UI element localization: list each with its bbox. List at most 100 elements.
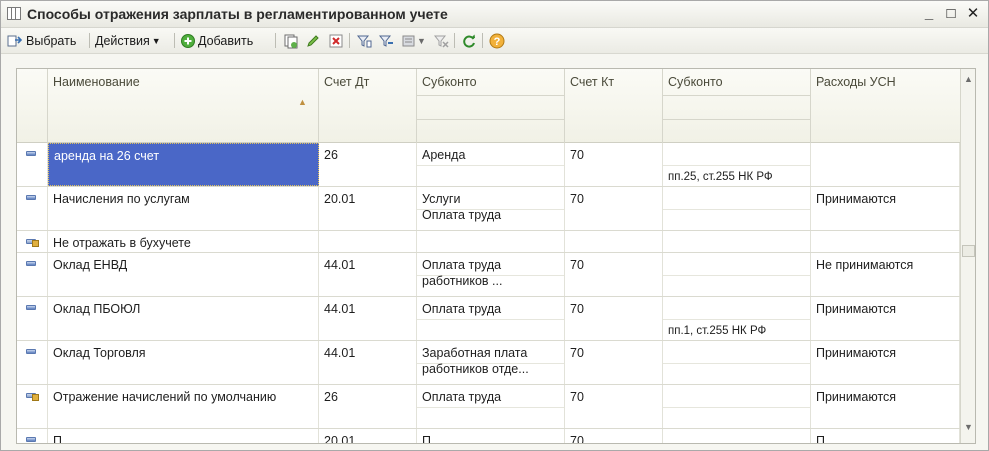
cell-debit[interactable]: 26 xyxy=(319,143,417,186)
select-button[interactable]: Выбрать xyxy=(7,32,76,50)
cell-text: Услуги xyxy=(422,192,461,206)
clear-filter-button[interactable] xyxy=(433,32,449,50)
cell-sub-kt[interactable] xyxy=(663,429,811,443)
sort-asc-icon: ▲ xyxy=(298,97,307,107)
cell-credit[interactable]: 70 xyxy=(565,429,663,443)
refresh-icon xyxy=(461,33,477,49)
cell-debit[interactable]: 20.01 xyxy=(319,429,417,443)
cell-sub-dt[interactable]: Оплата труда xyxy=(417,385,565,428)
cell-name[interactable]: Оклад ЕНВД xyxy=(48,253,319,296)
cell-credit[interactable]: 70 xyxy=(565,297,663,340)
table-row[interactable]: Оклад ПБОЮЛ 44.01 Оплата труда 70 пп.1, ст.2… xyxy=(17,297,960,341)
cell-sub-kt[interactable] xyxy=(663,385,811,428)
cell-sub-dt[interactable]: Оплата труда xyxy=(417,297,565,340)
maximize-button[interactable]: □ xyxy=(941,5,961,23)
cell-name[interactable]: Не отражать в бухучете xyxy=(48,231,319,252)
column-header-name[interactable]: Наименование ▲ xyxy=(48,69,319,143)
vertical-scrollbar[interactable]: ▲ ▼ xyxy=(960,69,975,443)
filter-list-button[interactable]: ▼ xyxy=(401,32,426,50)
cell-sub-dt[interactable]: П xyxy=(417,429,565,443)
close-button[interactable]: ✕ xyxy=(963,5,983,23)
cell-divider xyxy=(663,165,810,166)
column-header-subconto-dt[interactable]: Субконто xyxy=(417,69,565,143)
cell-sub-dt[interactable]: Заработная плата работников отде... xyxy=(417,341,565,384)
table-row[interactable]: Не отражать в бухучете xyxy=(17,231,960,253)
cell-usn[interactable] xyxy=(811,143,960,186)
cell-name[interactable]: Отражение начислений по умолчанию xyxy=(48,385,319,428)
cell-debit[interactable] xyxy=(319,231,417,252)
cell-usn[interactable]: П xyxy=(811,429,960,443)
cell-text: 44.01 xyxy=(324,346,356,360)
toolbar-divider xyxy=(454,33,455,48)
cell-credit[interactable]: 70 xyxy=(565,187,663,230)
add-button[interactable]: Добавить xyxy=(180,32,253,50)
cell-sub-dt[interactable]: Услуги Оплата труда xyxy=(417,187,565,230)
cell-usn[interactable]: Принимаются xyxy=(811,297,960,340)
table-row[interactable]: П 20.01 П 70 П xyxy=(17,429,960,443)
refresh-button[interactable] xyxy=(461,32,477,50)
column-header-usn[interactable]: Расходы УСН xyxy=(811,69,960,143)
cell-sub-kt[interactable] xyxy=(663,187,811,230)
actions-menu[interactable]: Действия ▼ xyxy=(95,32,161,50)
toolbar-divider xyxy=(89,33,90,48)
cell-sub-kt[interactable] xyxy=(663,253,811,296)
cell-debit[interactable]: 44.01 xyxy=(319,253,417,296)
cell-text: Не принимаются xyxy=(816,258,914,272)
help-button[interactable]: ? xyxy=(489,32,505,50)
cell-debit[interactable]: 26 xyxy=(319,385,417,428)
table-row[interactable]: Оклад ЕНВД 44.01 Оплата труда работников ..… xyxy=(17,253,960,297)
cell-debit[interactable]: 20.01 xyxy=(319,187,417,230)
header-divider xyxy=(417,119,564,120)
column-label: Субконто xyxy=(668,75,723,89)
scroll-thumb[interactable] xyxy=(962,245,975,257)
table-row[interactable]: Отражение начислений по умолчанию 26 Оплат… xyxy=(17,385,960,429)
cell-credit[interactable]: 70 xyxy=(565,341,663,384)
cell-debit[interactable]: 44.01 xyxy=(319,297,417,340)
cell-name[interactable]: П xyxy=(48,429,319,443)
filter-button[interactable] xyxy=(356,32,372,50)
column-header-subconto-kt[interactable]: Субконто xyxy=(663,69,811,143)
toolbar-divider xyxy=(174,33,175,48)
cell-sub-dt[interactable] xyxy=(417,231,565,252)
table-row[interactable]: Начисления по услугам 20.01 Услуги Оплата т… xyxy=(17,187,960,231)
cell-sub-dt[interactable]: Оплата труда работников ... xyxy=(417,253,565,296)
scroll-down-icon[interactable]: ▼ xyxy=(961,419,975,435)
column-header-credit[interactable]: Счет Кт xyxy=(565,69,663,143)
item-icon xyxy=(26,261,36,266)
minimize-button[interactable]: _ xyxy=(919,5,939,23)
table-row[interactable]: аренда на 26 счет 26 Аренда 70 пп.25, ст.255… xyxy=(17,143,960,187)
title-bar[interactable]: Способы отражения зарплаты в регламентир… xyxy=(1,1,988,28)
data-table[interactable]: Наименование ▲ Счет Дт Субконто Счет Кт … xyxy=(16,68,976,444)
cell-text: Оклад Торговля xyxy=(53,346,146,360)
copy-button[interactable] xyxy=(283,32,299,50)
column-header-debit[interactable]: Счет Дт xyxy=(319,69,417,143)
dropdown-arrow-icon: ▼ xyxy=(417,36,426,46)
table-row[interactable]: Оклад Торговля 44.01 Заработная плата работ… xyxy=(17,341,960,385)
cell-credit[interactable]: 70 xyxy=(565,385,663,428)
cell-sub-dt[interactable]: Аренда xyxy=(417,143,565,186)
cell-marker xyxy=(17,187,48,230)
cell-sub-kt[interactable] xyxy=(663,341,811,384)
cell-credit[interactable]: 70 xyxy=(565,143,663,186)
cell-credit[interactable]: 70 xyxy=(565,253,663,296)
edit-button[interactable] xyxy=(305,32,321,50)
cell-sub-kt[interactable]: пп.1, ст.255 НК РФ xyxy=(663,297,811,340)
cell-usn[interactable]: Принимаются xyxy=(811,187,960,230)
cell-sub-kt[interactable] xyxy=(663,231,811,252)
scroll-up-icon[interactable]: ▲ xyxy=(961,71,975,87)
cell-usn[interactable]: Не принимаются xyxy=(811,253,960,296)
filter-by-value-button[interactable] xyxy=(378,32,394,50)
cell-debit[interactable]: 44.01 xyxy=(319,341,417,384)
cell-usn[interactable]: Принимаются xyxy=(811,341,960,384)
cell-usn[interactable] xyxy=(811,231,960,252)
cell-name[interactable]: Начисления по услугам xyxy=(48,187,319,230)
cell-credit[interactable] xyxy=(565,231,663,252)
cell-divider xyxy=(417,407,564,408)
cell-usn[interactable]: Принимаются xyxy=(811,385,960,428)
cell-text: Оплата труда xyxy=(422,302,502,316)
cell-sub-kt[interactable]: пп.25, ст.255 НК РФ xyxy=(663,143,811,186)
cell-name[interactable]: Оклад ПБОЮЛ xyxy=(48,297,319,340)
cell-name[interactable]: Оклад Торговля xyxy=(48,341,319,384)
cell-name[interactable]: аренда на 26 счет xyxy=(48,143,319,186)
delete-button[interactable] xyxy=(328,32,344,50)
